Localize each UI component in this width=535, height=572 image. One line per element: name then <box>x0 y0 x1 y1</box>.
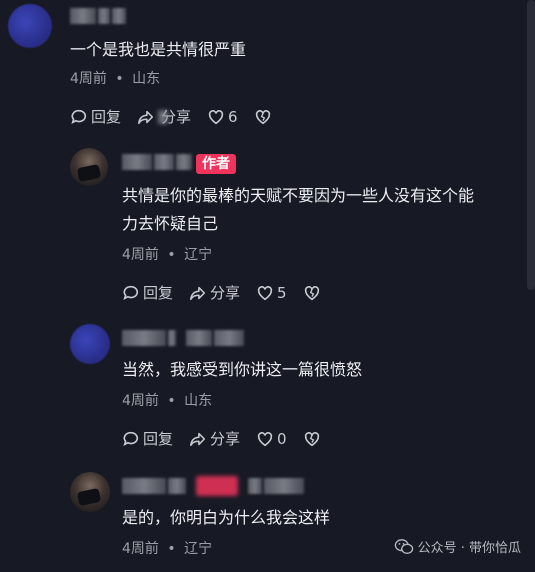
meta-separator: • <box>115 71 124 87</box>
heart-icon <box>208 109 224 124</box>
like-count: 5 <box>277 283 287 302</box>
comment-actions: 回复 分享 5 <box>122 282 337 303</box>
comment-text: 共情是你的最棒的天赋不要因为一些人没有这个能 力去怀疑自己 <box>122 182 474 238</box>
watermark: 公众号 · 带你恰瓜 <box>394 537 521 556</box>
heart-icon <box>257 285 273 300</box>
share-icon <box>190 432 206 446</box>
like-count: 6 <box>228 107 238 126</box>
comment-text: 是的，你明白为什么我会这样 <box>122 508 331 527</box>
comment-actions: 回复 分享 0 <box>122 428 337 449</box>
comment-meta: 4周前 • 辽宁 <box>122 244 212 264</box>
wechat-icon <box>394 538 413 554</box>
comment-meta: 4周前 • 山东 <box>122 390 212 410</box>
comment-location: 辽宁 <box>184 541 213 557</box>
reply-label: 回复 <box>91 108 122 126</box>
comment-item: 一个是我也是共情很严重 4周前 • 山东 回复 分享 6 <box>0 0 535 140</box>
comment-item: 当然，我感受到你讲这一篇很愤怒 4周前 • 山东 回复 分享 0 <box>0 310 535 460</box>
username-blurred[interactable] <box>122 478 186 494</box>
meta-separator: • <box>167 541 176 557</box>
comment-text: 一个是我也是共情很严重 <box>70 40 247 59</box>
reply-icon <box>71 109 87 124</box>
comment-location: 辽宁 <box>184 247 213 263</box>
comment-item: 作者 共情是你的最棒的天赋不要因为一些人没有这个能 力去怀疑自己 4周前 • 辽… <box>0 140 535 310</box>
username-blurred[interactable] <box>122 154 192 170</box>
meta-separator: • <box>167 247 176 263</box>
comment-text-line: 共情是你的最棒的天赋不要因为一些人没有这个能 <box>122 186 475 205</box>
share-button[interactable]: 分享 <box>189 282 240 303</box>
comment-time: 4周前 <box>122 541 159 557</box>
heart-icon <box>257 431 273 446</box>
dislike-button[interactable] <box>254 108 272 126</box>
like-count: 0 <box>277 429 287 448</box>
watermark-text: 公众号 · 带你恰瓜 <box>417 541 521 556</box>
share-label-blur <box>158 109 169 124</box>
broken-heart-icon <box>304 431 319 446</box>
like-button[interactable]: 6 <box>207 108 238 126</box>
dislike-button[interactable] <box>303 284 321 302</box>
reply-label: 回复 <box>143 284 174 302</box>
meta-separator: • <box>167 393 176 409</box>
dislike-button[interactable] <box>303 430 321 448</box>
share-button[interactable]: 分享 <box>189 428 240 449</box>
comment-actions: 回复 分享 6 <box>70 106 288 127</box>
reply-button[interactable]: 回复 <box>70 106 121 127</box>
reply-icon <box>123 431 139 446</box>
share-icon <box>138 110 154 124</box>
username-blurred[interactable] <box>122 330 244 346</box>
comment-text: 当然，我感受到你讲这一篇很愤怒 <box>122 360 363 379</box>
comment-time: 4周前 <box>122 393 159 409</box>
share-label: 分享 <box>210 284 241 302</box>
username-extra-blurred <box>248 478 304 494</box>
broken-heart-icon <box>255 109 270 124</box>
reply-button[interactable]: 回复 <box>122 428 173 449</box>
comment-meta: 4周前 • 山东 <box>70 68 160 88</box>
share-icon <box>190 286 206 300</box>
like-button[interactable]: 0 <box>256 430 287 448</box>
comment-time: 4周前 <box>70 71 107 87</box>
username-blurred[interactable] <box>70 8 126 24</box>
comment-text-line: 力去怀疑自己 <box>122 214 219 233</box>
avatar[interactable] <box>70 148 108 186</box>
reply-label: 回复 <box>143 430 174 448</box>
share-button[interactable]: 分享 <box>137 106 191 127</box>
share-label: 分享 <box>210 430 241 448</box>
comment-location: 山东 <box>132 71 161 87</box>
avatar[interactable] <box>70 324 110 364</box>
reply-button[interactable]: 回复 <box>122 282 173 303</box>
author-badge-blurred <box>196 476 238 496</box>
avatar[interactable] <box>70 472 110 512</box>
reply-icon <box>123 285 139 300</box>
comment-location: 山东 <box>184 393 213 409</box>
avatar[interactable] <box>8 4 52 48</box>
author-badge: 作者 <box>196 154 236 174</box>
broken-heart-icon <box>304 285 319 300</box>
comment-meta: 4周前 • 辽宁 <box>122 538 212 558</box>
comment-time: 4周前 <box>122 247 159 263</box>
like-button[interactable]: 5 <box>256 284 287 302</box>
